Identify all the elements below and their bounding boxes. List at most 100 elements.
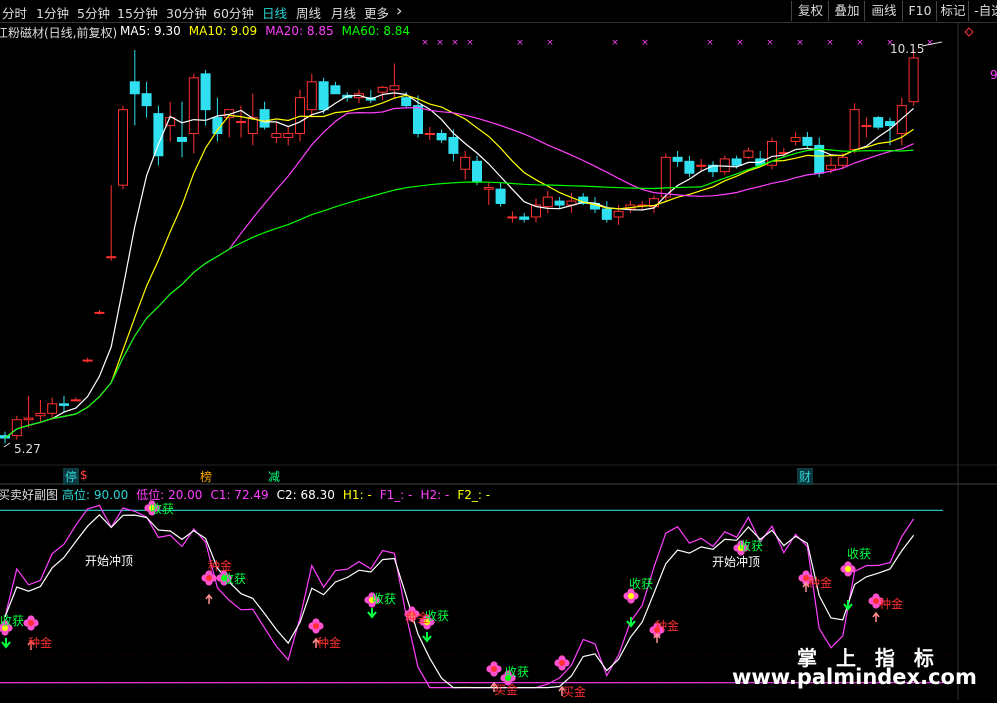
sub-panel-title: 买卖好副图 [0, 488, 59, 502]
candle-body-63 [743, 150, 754, 158]
candle-body-51 [601, 208, 612, 220]
flower-icon-16 [840, 561, 856, 577]
top-mark-15: × [926, 38, 934, 48]
candle-body-8 [94, 311, 105, 314]
candle-46 [542, 190, 553, 213]
annotation-harvest-8: 收获 [629, 577, 654, 591]
candle-body-5 [59, 403, 69, 406]
param-label-3: C2: 68.30 [276, 488, 335, 502]
candle-60 [708, 161, 718, 178]
candle-38 [448, 129, 459, 162]
candle-36 [424, 127, 435, 140]
candle-32 [377, 85, 388, 101]
right-edge-label: 9 [990, 68, 997, 82]
event-marker-1: $ [80, 468, 88, 482]
down-arrow-icon-4 [843, 600, 853, 611]
candle-2 [23, 395, 34, 428]
candle-body-2 [23, 417, 34, 421]
ma-label-0: MA5: 9.30 [120, 24, 181, 38]
candle-body-32 [377, 86, 388, 93]
top-mark-11: × [796, 38, 804, 48]
candle-body-35 [413, 105, 423, 134]
candle-77 [908, 50, 919, 106]
annotation-gold-17: 种金 [879, 597, 904, 611]
param-label-5: F1_: - [379, 488, 413, 502]
flower-icon-5 [308, 618, 324, 634]
candle-23 [271, 121, 282, 144]
candle-27 [318, 77, 329, 114]
top-mark-12: × [826, 38, 834, 48]
low-arrow-icon [3, 442, 11, 448]
candle-body-20 [236, 121, 246, 124]
candle-body-16 [188, 77, 199, 134]
candle-72 [849, 103, 860, 154]
annotation-harvest-2: 收获 [0, 614, 25, 628]
candle-3 [35, 399, 46, 422]
up-arrow-icon-8 [872, 611, 880, 622]
candle-10 [118, 105, 128, 190]
candle-body-10 [118, 109, 128, 186]
candle-7 [82, 357, 93, 363]
candle-body-42 [495, 188, 506, 204]
annotation-buy_gold-19: 买金 [562, 685, 587, 699]
candle-body-3 [35, 412, 46, 417]
candle-37 [436, 129, 447, 144]
annotation-harvest-7: 收获 [505, 665, 530, 679]
candle-11 [129, 50, 140, 126]
candle-28 [330, 81, 341, 95]
candle-5 [59, 395, 69, 412]
top-mark-9: × [736, 38, 744, 48]
top-mark-5: × [546, 38, 554, 48]
candle-69 [814, 137, 825, 178]
candle-body-9 [106, 256, 117, 259]
annotation-buy_gold-18: 买金 [494, 683, 519, 697]
up-arrow-icon-1 [205, 593, 213, 604]
grid-lines: × × × × × × × × × × × × × × × × [0, 22, 997, 700]
candle-body-6 [70, 399, 81, 402]
candle-body-15 [177, 136, 187, 142]
flower-icon-9 [486, 661, 502, 677]
ma-label-3: MA60: 8.84 [341, 24, 411, 38]
candle-body-76 [896, 105, 907, 134]
candle-body-59 [696, 164, 707, 167]
candle-body-41 [483, 187, 494, 190]
candle-67 [790, 131, 801, 146]
candle-body-17 [200, 73, 211, 111]
candle-body-26 [306, 81, 317, 111]
candle-17 [200, 69, 211, 126]
down-arrow-icon-3 [626, 617, 636, 628]
annotation-gold-11: 种金 [28, 636, 53, 650]
annotation-start_top-1: 开始冲顶 [712, 555, 761, 569]
top-mark-7: × [641, 38, 649, 48]
candle-body-23 [271, 132, 282, 138]
candle-body-34 [401, 97, 412, 107]
annotation-gold-12: 种金 [208, 559, 233, 573]
candle-57 [672, 150, 683, 167]
top-mark-3: × [466, 38, 474, 48]
low-price-label: 5.27 [14, 442, 41, 456]
candle-65 [767, 137, 777, 170]
event-marker-0: 停 [63, 468, 80, 485]
candle-14 [165, 101, 176, 142]
top-mark-13: × [856, 38, 864, 48]
candle-body-75 [885, 121, 895, 127]
candle-body-61 [719, 158, 730, 173]
candle-24 [283, 127, 294, 146]
high-price-label: 10.15 [890, 42, 925, 56]
candle-body-37 [436, 132, 447, 141]
candle-body-43 [507, 216, 518, 219]
candle-body-25 [295, 97, 305, 134]
candle-body-47 [554, 200, 565, 206]
ma-label-1: MA10: 9.09 [188, 24, 258, 38]
stock-chart: × × × × × × × × × × × × × × × × [0, 22, 997, 700]
candle-body-38 [448, 136, 459, 154]
candle-body-40 [472, 160, 482, 182]
candle-body-72 [849, 109, 860, 150]
candle-12 [141, 81, 152, 118]
candle-8 [94, 309, 105, 315]
candle-body-56 [660, 156, 671, 198]
top-mark-10: × [766, 38, 774, 48]
annotation-start_top-0: 开始冲顶 [85, 554, 134, 568]
flower-icon-11 [554, 655, 570, 671]
candle-body-7 [82, 359, 93, 362]
